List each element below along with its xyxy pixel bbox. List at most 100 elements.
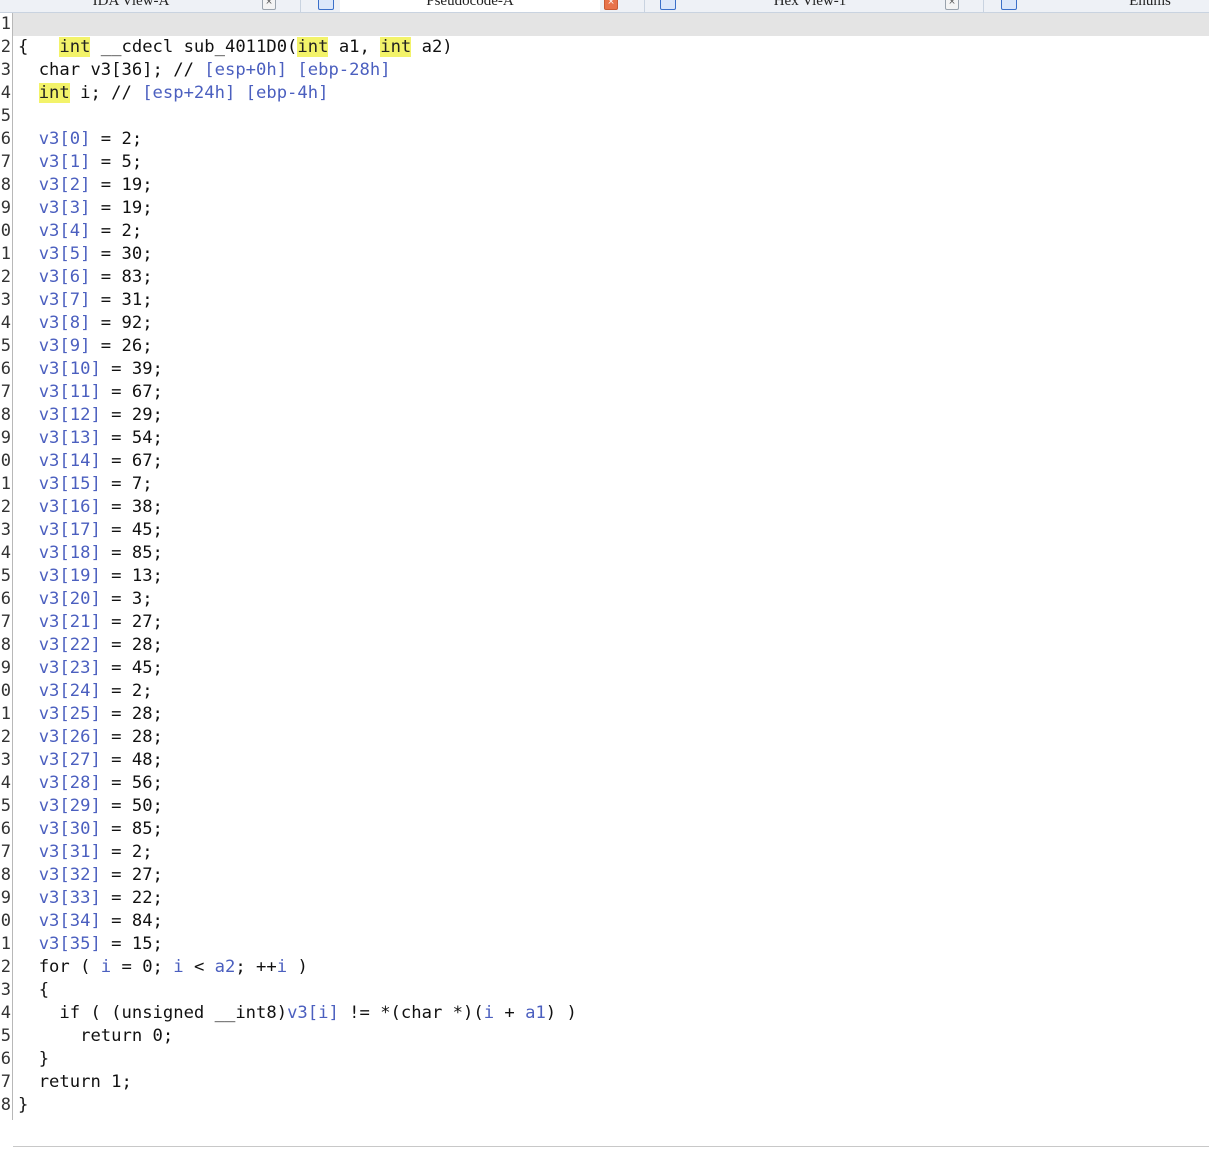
array-element: v3[30] [38,819,101,839]
assignment-line[interactable]: v3[7] = 31; [18,289,153,312]
assignment-line[interactable]: v3[27] = 48; [18,749,163,772]
assignment-line[interactable]: v3[32] = 27; [18,864,163,887]
assignment-line[interactable]: v3[30] = 85; [18,818,163,841]
function-signature[interactable]: int __cdecl sub_4011D0(int a1, int a2) [18,13,453,57]
assigned-value: = 45; [100,658,163,678]
assignment-line[interactable]: v3[35] = 15; [18,933,163,956]
decl-v3[interactable]: char v3[36]; // [esp+0h] [ebp-28h] [18,59,391,82]
assignment-line[interactable]: v3[31] = 2; [18,841,153,864]
line-number: 5 [0,796,11,816]
assignment-line[interactable]: v3[18] = 85; [18,542,163,565]
assigned-value: = 28; [100,727,163,747]
loop-close-brace: } [18,1048,49,1071]
line-number: 3 [0,750,11,770]
return-zero-line[interactable]: return 0; [18,1025,173,1048]
open-brace: { [18,37,29,57]
assignment-line[interactable]: v3[25] = 28; [18,703,163,726]
tab-hex-view-1[interactable]: Hex View-1 [690,0,930,12]
if-line[interactable]: if ( (unsigned __int8)v3[i] != *(char *)… [18,1002,576,1025]
line-number: 1 [0,934,11,954]
assignment-line[interactable]: v3[20] = 3; [18,588,153,611]
array-element: v3[24] [38,681,101,701]
assigned-value: = 67; [100,451,163,471]
assignment-line[interactable]: v3[4] = 2; [18,220,143,243]
assignment-line[interactable]: v3[34] = 84; [18,910,163,933]
var-i: i [483,1003,495,1023]
line-number: 7 [0,382,11,402]
assignment-line[interactable]: v3[10] = 39; [18,358,163,381]
array-element: v3[16] [38,497,101,517]
assignment-line[interactable]: v3[1] = 5; [18,151,143,174]
array-element: v3[2] [38,175,91,195]
assignment-line[interactable]: v3[15] = 7; [18,473,153,496]
assignment-line[interactable]: v3[6] = 83; [18,266,153,289]
tab-close-icon[interactable]: × [945,0,959,10]
line-number: 6 [0,359,11,379]
code-text: ; ++ [235,957,277,977]
return-one-line[interactable]: return 1; [18,1071,132,1094]
assignment-line[interactable]: v3[13] = 54; [18,427,163,450]
assigned-value: = 67; [100,382,163,402]
tab-separator [300,0,301,12]
array-element: v3[33] [38,888,101,908]
assignment-line[interactable]: v3[19] = 13; [18,565,163,588]
array-element: v3[26] [38,727,101,747]
array-element: v3[35] [38,934,101,954]
decl-text: i; // [69,83,143,103]
assignment-line[interactable]: v3[3] = 19; [18,197,153,220]
var-i: i [276,957,288,977]
line-number: 9 [0,658,11,678]
assignment-line[interactable]: v3[33] = 22; [18,887,163,910]
assignment-line[interactable]: v3[9] = 26; [18,335,153,358]
assigned-value: = 3; [100,589,153,609]
tab-enums[interactable]: Enums [1080,0,1209,12]
array-element: v3[4] [38,221,91,241]
assignment-line[interactable]: v3[12] = 29; [18,404,163,427]
enums-tab-icon [1001,0,1017,10]
param-a2: a2) [411,37,453,57]
assignment-line[interactable]: v3[21] = 27; [18,611,163,634]
assignment-line[interactable]: v3[24] = 2; [18,680,153,703]
assignment-line[interactable]: v3[5] = 30; [18,243,153,266]
array-element: v3[13] [38,428,101,448]
tab-close-icon[interactable]: × [604,0,618,10]
assignment-line[interactable]: v3[29] = 50; [18,795,163,818]
array-element: v3[21] [38,612,101,632]
assignment-line[interactable]: v3[16] = 38; [18,496,163,519]
var-v3-i: v3[i] [287,1003,339,1023]
assignment-line[interactable]: v3[26] = 28; [18,726,163,749]
assignment-line[interactable]: v3[8] = 92; [18,312,153,335]
line-number: 1 [0,704,11,724]
array-element: v3[29] [38,796,101,816]
assignment-line[interactable]: v3[22] = 28; [18,634,163,657]
assignment-line[interactable]: v3[17] = 45; [18,519,163,542]
for-loop-line[interactable]: for ( i = 0; i < a2; ++i ) [18,956,308,979]
keyword-int: int [380,37,412,57]
array-element: v3[0] [38,129,91,149]
assignment-line[interactable]: v3[0] = 2; [18,128,143,151]
tab-bar: IDA View-A × Pseudocode-A × Hex View-1 ×… [0,0,1209,13]
if-keyword: if ( (unsigned __int8) [59,1003,288,1023]
line-number: 5 [0,1026,11,1046]
line-number: 4 [0,773,11,793]
code-text: = 0; [111,957,174,977]
decl-i[interactable]: int i; // [esp+24h] [ebp-4h] [18,82,328,105]
array-element: v3[20] [38,589,101,609]
assignment-line[interactable]: v3[28] = 56; [18,772,163,795]
assigned-value: = 19; [90,175,153,195]
assignment-line[interactable]: v3[2] = 19; [18,174,153,197]
line-number: 9 [0,198,11,218]
line-number: 1 [0,474,11,494]
line-number: 7 [0,152,11,172]
array-element: v3[5] [38,244,91,264]
assigned-value: = 84; [100,911,163,931]
tab-pseudocode-a[interactable]: Pseudocode-A [340,0,600,12]
decl-text: char v3[36]; // [38,60,205,80]
code-text: ) [287,957,308,977]
for-keyword: for ( [38,957,101,977]
assignment-line[interactable]: v3[14] = 67; [18,450,163,473]
tab-ida-view-a[interactable]: IDA View-A [0,0,262,12]
tab-close-icon[interactable]: × [262,0,276,10]
assignment-line[interactable]: v3[11] = 67; [18,381,163,404]
assignment-line[interactable]: v3[23] = 45; [18,657,163,680]
